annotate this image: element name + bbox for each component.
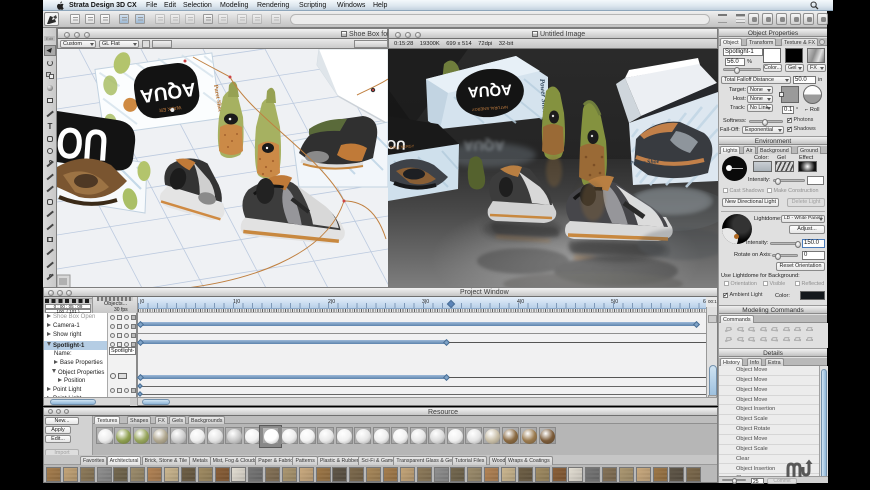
svg-text:AQUA: AQUA [463, 138, 504, 154]
svg-text:AQUA: AQUA [467, 80, 512, 100]
